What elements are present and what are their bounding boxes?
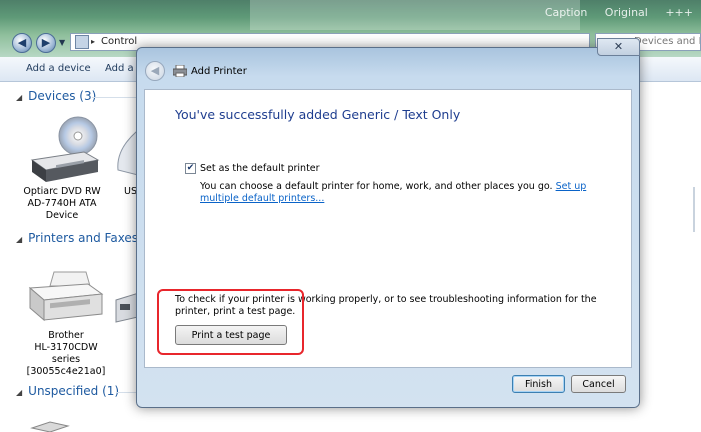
choose-text: You can choose a default printer for hom… — [200, 181, 556, 192]
caption-item: +++ — [665, 6, 693, 19]
collapse-triangle-icon: ◢ — [16, 93, 23, 102]
device-label-brother[interactable]: Brother HL-3170CDW series [30055c4e21a0] — [20, 330, 112, 378]
cancel-button[interactable]: Cancel — [571, 375, 626, 393]
scrollbar-thumb[interactable] — [693, 187, 695, 232]
add-device-button[interactable]: Add a device — [26, 63, 91, 74]
finish-button[interactable]: Finish — [512, 375, 565, 393]
close-button[interactable]: ✕ — [597, 38, 640, 56]
group-divider — [116, 392, 136, 393]
highlight-annotation — [157, 289, 304, 355]
group-header-printers[interactable]: ◢ Printers and Faxes (3 — [16, 231, 154, 245]
breadcrumb-control-panel[interactable]: Control — [101, 36, 137, 47]
label-line: Optiarc DVD RW — [23, 186, 101, 197]
label-line: HL-3170CDW — [34, 342, 98, 353]
group-header-devices[interactable]: ◢ Devices (3) — [16, 89, 96, 103]
back-arrow-icon[interactable]: ◀ — [12, 33, 32, 53]
printer-icon — [173, 65, 187, 77]
caption-buttons: Caption Original +++ — [531, 6, 693, 19]
device-label-dvd[interactable]: Optiarc DVD RW AD-7740H ATA Device — [18, 186, 106, 222]
unspecified-device-icon[interactable] — [30, 416, 70, 432]
label-line: Brother — [48, 330, 84, 341]
collapse-triangle-icon: ◢ — [16, 388, 23, 397]
label-line: AD-7740H ATA — [27, 198, 97, 209]
dialog-title: Add Printer — [191, 66, 247, 77]
label-line: Device — [45, 210, 79, 221]
control-panel-icon — [75, 35, 89, 49]
collapse-triangle-icon: ◢ — [16, 235, 23, 244]
caption-item: Caption — [544, 6, 588, 19]
group-label: Devices (3) — [28, 89, 97, 103]
default-printer-description: You can choose a default printer for hom… — [200, 181, 620, 205]
default-printer-checkbox[interactable]: ✔ — [185, 163, 196, 174]
caption-item: Original — [604, 6, 648, 19]
printer-brother-icon[interactable] — [24, 270, 104, 330]
group-header-unspecified[interactable]: ◢ Unspecified (1) — [16, 384, 119, 398]
forward-arrow-icon[interactable]: ▶ — [36, 33, 56, 53]
breadcrumb-arrow-icon: ▸ — [91, 37, 96, 46]
back-arrow-icon[interactable]: ◀ — [145, 61, 165, 81]
label-line: [30055c4e21a0] — [26, 366, 106, 377]
label-line: series — [51, 354, 81, 365]
success-heading: You've successfully added Generic / Text… — [175, 107, 461, 122]
default-printer-label[interactable]: Set as the default printer — [200, 163, 320, 174]
dvd-drive-icon[interactable] — [28, 116, 104, 186]
group-divider — [92, 97, 142, 98]
group-label: Unspecified (1) — [28, 384, 120, 398]
recent-pages-chevron-icon[interactable]: ▼ — [59, 38, 65, 47]
